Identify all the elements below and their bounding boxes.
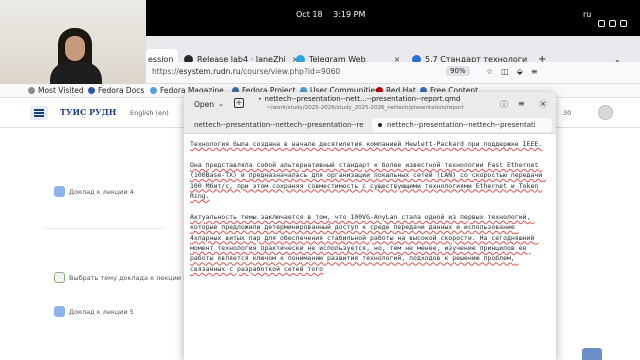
close-window-button[interactable]: × bbox=[538, 99, 548, 109]
gear-icon bbox=[28, 87, 35, 94]
bookmark-fedora-docs[interactable]: Fedora Docs bbox=[88, 86, 144, 95]
volume-icon bbox=[609, 20, 616, 27]
globe-icon bbox=[88, 87, 95, 94]
bookmark-most-visited[interactable]: Most Visited bbox=[28, 86, 84, 95]
activity-link[interactable]: Выбрать тему доклада к лекции 5 bbox=[54, 272, 187, 283]
menu-toggle-button[interactable] bbox=[30, 106, 48, 120]
editor-header-bar: Open ⌄ + • nettech--presentation--nett...… bbox=[184, 92, 556, 116]
editor-text-area[interactable]: Технология была создана в начале десятил… bbox=[184, 135, 556, 360]
choice-icon bbox=[54, 272, 65, 283]
webcam-video bbox=[0, 0, 146, 84]
hamburger-menu-icon[interactable]: ≡ bbox=[518, 99, 525, 108]
user-avatar[interactable] bbox=[598, 105, 613, 120]
url-path: /course/view.php?id=9060 bbox=[240, 67, 341, 76]
user-initials: 30 bbox=[563, 109, 572, 117]
unsaved-dot-icon: • bbox=[258, 96, 262, 103]
power-icon bbox=[620, 20, 627, 27]
text-editor-window: Open ⌄ + • nettech--presentation--nett...… bbox=[184, 92, 556, 360]
activity-label: Доклад к лекции 5 bbox=[69, 307, 134, 316]
url-prefix: https:// bbox=[152, 67, 179, 76]
language-menu[interactable]: English (en) bbox=[130, 109, 169, 117]
webcam-person-face bbox=[65, 36, 85, 61]
menu-icon[interactable]: ≡ bbox=[531, 67, 546, 76]
activity-label: Выбрать тему доклада к лекции 5 bbox=[69, 273, 188, 282]
system-clock[interactable]: Oct 18 3:19 PM bbox=[296, 10, 416, 19]
activity-label: Доклад к лекции 4 bbox=[69, 187, 134, 196]
editor-tab-active[interactable]: nettech--presentation--nettech--presenta… bbox=[372, 118, 552, 132]
activity-link[interactable]: Доклад к лекции 4 bbox=[54, 186, 134, 197]
fedora-icon bbox=[150, 87, 157, 94]
clock-time: 3:19 PM bbox=[333, 10, 366, 19]
divider bbox=[44, 228, 164, 229]
hamburger-line bbox=[34, 115, 44, 117]
chevron-down-icon: ⌄ bbox=[218, 100, 224, 108]
system-menu-icons[interactable] bbox=[598, 12, 638, 27]
open-button[interactable]: Open ⌄ bbox=[189, 97, 229, 111]
clock-date: Oct 18 bbox=[296, 10, 323, 19]
unsaved-dot-icon bbox=[378, 123, 382, 127]
text-paragraph: Технология была создана в начале десятил… bbox=[190, 140, 543, 148]
extensions-icon[interactable]: ⬙ bbox=[517, 67, 531, 76]
pocket-icon[interactable]: ◫ bbox=[501, 67, 517, 76]
assignment-icon bbox=[54, 186, 65, 197]
info-icon[interactable]: ⓘ bbox=[500, 99, 508, 110]
url-host: esystem.rudn.ru bbox=[178, 67, 241, 76]
hamburger-line bbox=[34, 112, 44, 114]
document-title: • nettech--presentation--nett...--present… bbox=[258, 95, 461, 103]
toolbar-icons: ☆◫⬙≡ bbox=[486, 67, 546, 76]
site-logo[interactable]: ТУИС РУДН bbox=[60, 107, 116, 117]
assignment-icon bbox=[54, 306, 65, 317]
bookmark-star-icon[interactable]: ☆ bbox=[486, 67, 501, 76]
webcam-person-body bbox=[50, 62, 102, 84]
new-document-button[interactable]: + bbox=[234, 98, 244, 108]
input-language-indicator[interactable]: ru bbox=[583, 10, 591, 19]
hamburger-line bbox=[34, 109, 44, 111]
zoom-indicator[interactable]: 90% bbox=[446, 66, 470, 76]
floating-chat-button[interactable] bbox=[582, 348, 602, 360]
browser-nav-bar: https://esystem.rudn.ru/course/view.php?… bbox=[146, 62, 640, 84]
text-paragraph: Она представляла собой альтернативный ст… bbox=[190, 160, 547, 201]
editor-tab[interactable]: nettech--presentation--nettech--presenta… bbox=[188, 118, 366, 132]
activity-link[interactable]: Доклад к лекции 5 bbox=[54, 306, 134, 317]
url-bar[interactable]: https://esystem.rudn.ru/course/view.php?… bbox=[152, 67, 340, 76]
document-path: ~/work/study/2025-2026/study_2025-2026_n… bbox=[266, 105, 464, 111]
system-top-bar: Oct 18 3:19 PM ru bbox=[146, 0, 640, 36]
editor-tab-bar: nettech--presentation--nettech--presenta… bbox=[184, 116, 556, 134]
network-icon bbox=[598, 20, 605, 27]
text-paragraph: Актуальность темы заключается в том, что… bbox=[190, 212, 539, 273]
